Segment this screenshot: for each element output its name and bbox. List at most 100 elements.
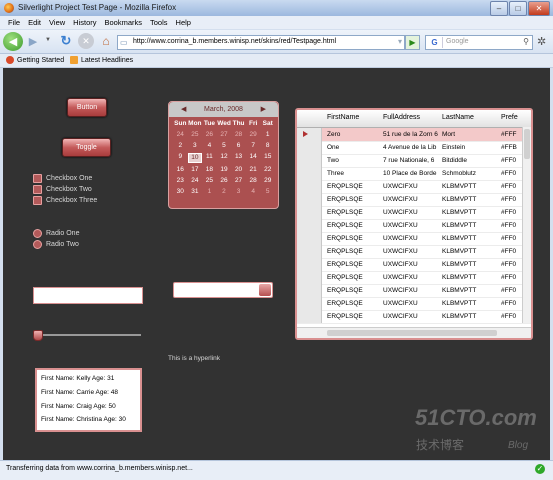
table-cell[interactable]: ERQPLSQE [327, 209, 379, 216]
calendar-day[interactable]: 14 [246, 153, 261, 161]
combo-box[interactable] [173, 282, 273, 298]
back-button[interactable]: ◀ [3, 32, 23, 51]
search-icon[interactable]: ⚲ [523, 37, 529, 46]
table-row[interactable]: Three 10 Place de Borde Schmoblutz #FF0 [297, 167, 531, 181]
row-header[interactable] [297, 180, 322, 193]
row-header[interactable] [297, 245, 322, 258]
row-header[interactable] [297, 258, 322, 271]
horizontal-scrollbar[interactable] [297, 327, 531, 338]
calendar-day[interactable]: 28 [231, 131, 246, 139]
table-cell[interactable]: One [327, 144, 379, 151]
calendar-day[interactable]: 5 [217, 142, 232, 150]
calendar-day[interactable]: 4 [246, 188, 261, 196]
table-row[interactable]: ERQPLSQE UXWCIFXU KLBMVPTT #FF0 [297, 206, 531, 220]
calendar-day[interactable]: 6 [231, 142, 246, 150]
table-cell[interactable]: ERQPLSQE [327, 287, 379, 294]
calendar-day[interactable]: 1 [202, 188, 217, 196]
table-cell[interactable]: KLBMVPTT [442, 222, 498, 229]
table-cell[interactable]: UXWCIFXU [383, 248, 439, 255]
table-cell[interactable]: UXWCIFXU [383, 235, 439, 242]
table-cell[interactable]: Three [327, 170, 379, 177]
url-bar[interactable]: ▭ http://www.corrina_b.members.winisp.ne… [117, 35, 405, 50]
table-cell[interactable]: 7 rue Nationale, 6 [383, 157, 439, 164]
table-row[interactable]: ERQPLSQE UXWCIFXU KLBMVPTT #FF0 [297, 193, 531, 207]
calendar-day[interactable]: 31 [188, 188, 203, 196]
radio-two[interactable]: Radio Two [33, 240, 79, 249]
table-cell[interactable]: ERQPLSQE [327, 274, 379, 281]
gear-icon[interactable]: ✲ [537, 35, 546, 48]
minimize-button[interactable]: – [490, 1, 508, 16]
calendar-day[interactable]: 26 [217, 177, 232, 185]
table-cell[interactable]: KLBMVPTT [442, 248, 498, 255]
calendar-day[interactable]: 21 [246, 166, 261, 174]
calendar-day[interactable]: 13 [231, 153, 246, 161]
calendar-day[interactable]: 24 [188, 177, 203, 185]
column-header-lastname[interactable]: LastName [442, 114, 474, 121]
calendar-day[interactable]: 29 [246, 131, 261, 139]
table-row[interactable]: ERQPLSQE UXWCIFXU KLBMVPTT #FF0 [297, 245, 531, 259]
forward-button[interactable]: ▶ [25, 33, 41, 49]
list-item[interactable]: First Name: Christina Age: 30 [41, 416, 126, 423]
toggle-button[interactable]: Toggle [62, 138, 111, 157]
menu-tools[interactable]: Tools [150, 18, 168, 27]
go-button[interactable]: ▶ [405, 35, 420, 50]
next-month-button[interactable]: ▶ [261, 105, 266, 113]
calendar-day[interactable]: 11 [202, 153, 217, 161]
calendar-day[interactable]: 17 [188, 166, 203, 174]
table-row[interactable]: ERQPLSQE UXWCIFXU KLBMVPTT #FF0 [297, 310, 531, 324]
reload-button[interactable]: ↻ [58, 33, 74, 49]
menu-edit[interactable]: Edit [28, 18, 41, 27]
url-text[interactable]: http://www.corrina_b.members.winisp.net/… [133, 38, 336, 45]
row-header[interactable] [297, 193, 322, 206]
list-item[interactable]: First Name: Kelly Age: 31 [41, 375, 114, 382]
table-cell[interactable]: KLBMVPTT [442, 287, 498, 294]
calendar-day[interactable]: 10 [187, 153, 203, 163]
table-cell[interactable]: KLBMVPTT [442, 209, 498, 216]
table-cell[interactable]: ERQPLSQE [327, 235, 379, 242]
table-row[interactable]: Two 7 rue Nationale, 6 Bitdiddle #FF0 [297, 154, 531, 168]
calendar-day[interactable]: 30 [173, 188, 188, 196]
search-placeholder[interactable]: Google [446, 38, 469, 45]
slider[interactable] [33, 330, 141, 341]
table-row[interactable]: ERQPLSQE UXWCIFXU KLBMVPTT #FF0 [297, 297, 531, 311]
checkbox-one[interactable]: Checkbox One [33, 174, 92, 183]
row-header[interactable] [297, 297, 322, 310]
column-header-fulladdress[interactable]: FullAddress [383, 114, 420, 121]
table-cell[interactable]: UXWCIFXU [383, 209, 439, 216]
table-row[interactable]: ERQPLSQE UXWCIFXU KLBMVPTT #FF0 [297, 180, 531, 194]
calendar-day[interactable]: 18 [202, 166, 217, 174]
row-header[interactable] [297, 154, 322, 167]
table-cell[interactable]: ERQPLSQE [327, 313, 379, 320]
calendar-day[interactable]: 12 [217, 153, 232, 161]
home-button[interactable]: ⌂ [98, 33, 114, 49]
table-row[interactable]: ERQPLSQE UXWCIFXU KLBMVPTT #FF0 [297, 232, 531, 246]
table-cell[interactable]: UXWCIFXU [383, 196, 439, 203]
calendar-day[interactable]: 3 [188, 142, 203, 150]
checkbox-three[interactable]: Checkbox Three [33, 196, 97, 205]
checkbox-two[interactable]: Checkbox Two [33, 185, 92, 194]
table-cell[interactable]: UXWCIFXU [383, 300, 439, 307]
row-header[interactable] [297, 167, 322, 180]
table-cell[interactable]: UXWCIFXU [383, 274, 439, 281]
calendar-day[interactable]: 4 [202, 142, 217, 150]
calendar-day[interactable]: 2 [217, 188, 232, 196]
menu-view[interactable]: View [49, 18, 65, 27]
radio-one[interactable]: Radio One [33, 229, 79, 238]
table-cell[interactable]: ERQPLSQE [327, 196, 379, 203]
table-cell[interactable]: UXWCIFXU [383, 287, 439, 294]
calendar-day[interactable]: 3 [231, 188, 246, 196]
table-cell[interactable]: KLBMVPTT [442, 196, 498, 203]
calendar-day[interactable]: 25 [188, 131, 203, 139]
table-row[interactable]: ERQPLSQE UXWCIFXU KLBMVPTT #FF0 [297, 219, 531, 233]
table-cell[interactable]: Mort [442, 131, 498, 138]
checkbox-box[interactable] [33, 174, 42, 183]
row-header[interactable] [297, 232, 322, 245]
table-cell[interactable]: 4 Avenue de la Lib [383, 144, 439, 151]
table-cell[interactable]: KLBMVPTT [442, 183, 498, 190]
calendar-day[interactable]: 7 [246, 142, 261, 150]
table-cell[interactable]: ERQPLSQE [327, 248, 379, 255]
calendar-day[interactable]: 5 [260, 188, 275, 196]
calendar-day[interactable]: 26 [202, 131, 217, 139]
bookmark-latest-headlines[interactable]: Latest Headlines [70, 56, 133, 64]
column-header-firstname[interactable]: FirstName [327, 114, 359, 121]
